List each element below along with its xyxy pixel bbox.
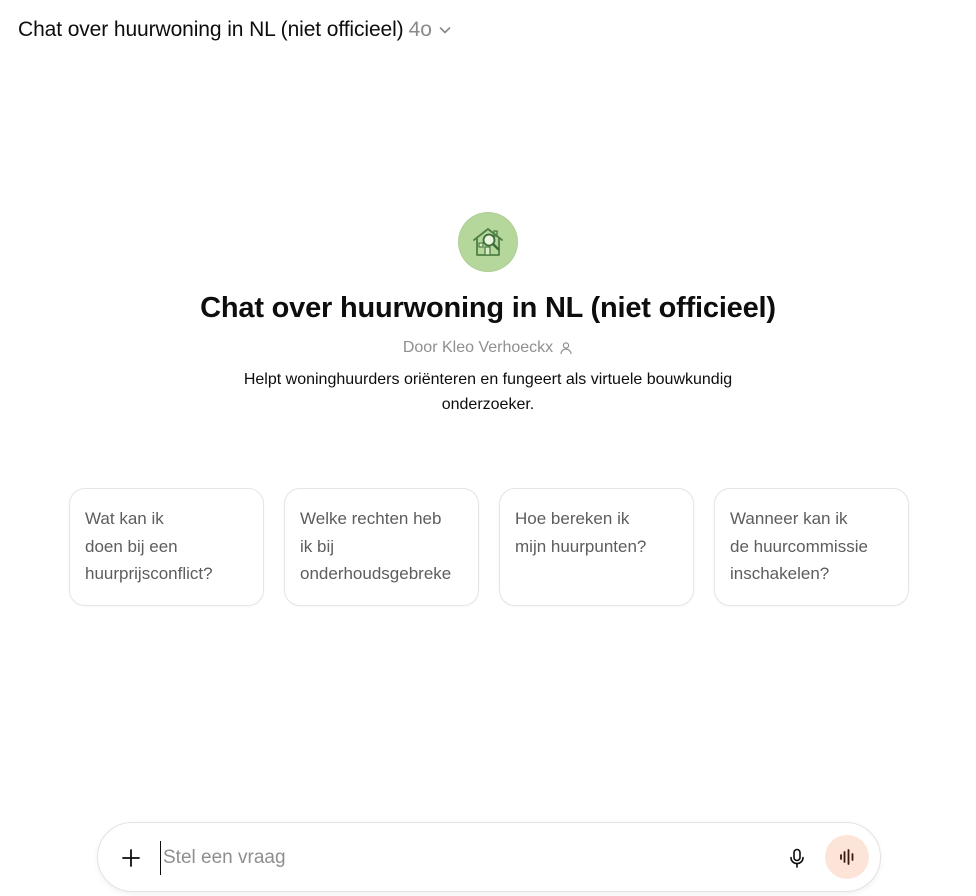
house-magnifier-icon (458, 212, 518, 272)
gpt-title: Chat over huurwoning in NL (niet officie… (200, 292, 776, 324)
author-name: Door Kleo Verhoeckx (402, 339, 554, 356)
suggestion-card[interactable]: Hoe bereken ik mijn huurpunten? (499, 488, 694, 606)
voice-mode-button[interactable] (825, 835, 869, 879)
suggestion-text: Hoe bereken ik mijn huurpunten? (515, 509, 647, 556)
message-composer (97, 822, 881, 892)
header-title: Chat over huurwoning in NL (niet officie… (18, 18, 404, 41)
attach-button[interactable] (116, 843, 146, 873)
suggestion-card[interactable]: Welke rechten heb ik bij onderhoudsgebre… (284, 488, 479, 606)
dictate-button[interactable] (782, 843, 812, 873)
microphone-icon (790, 848, 804, 868)
voice-waveform-icon (840, 849, 854, 865)
suggestion-card[interactable]: Wat kan ik doen bij een huurprijsconflic… (69, 488, 264, 606)
person-icon (559, 341, 573, 355)
author-line[interactable]: Door Kleo Verhoeckx (403, 339, 573, 357)
model-label: 4o (408, 18, 432, 41)
suggestion-text: Wat kan ik doen bij een huurprijsconflic… (85, 509, 213, 583)
prompt-input[interactable] (160, 841, 763, 875)
plus-icon (122, 849, 140, 867)
gpt-description: Helpt woninghuurders oriënteren en funge… (243, 371, 733, 413)
suggestion-text: Welke rechten heb ik bij onderhoudsgebre… (300, 509, 452, 583)
suggestion-text: Wanneer kan ik de huurcommissie inschake… (730, 509, 868, 583)
chevron-down-icon (438, 23, 452, 37)
suggestion-cards: Wat kan ik doen bij een huurprijsconflic… (69, 488, 909, 606)
suggestion-card[interactable]: Wanneer kan ik de huurcommissie inschake… (714, 488, 909, 606)
gpt-intro: Chat over huurwoning in NL (niet officie… (0, 212, 976, 417)
chat-page: Chat over huurwoning in NL (niet officie… (0, 0, 976, 896)
model-selector[interactable]: Chat over huurwoning in NL (niet officie… (10, 12, 460, 48)
